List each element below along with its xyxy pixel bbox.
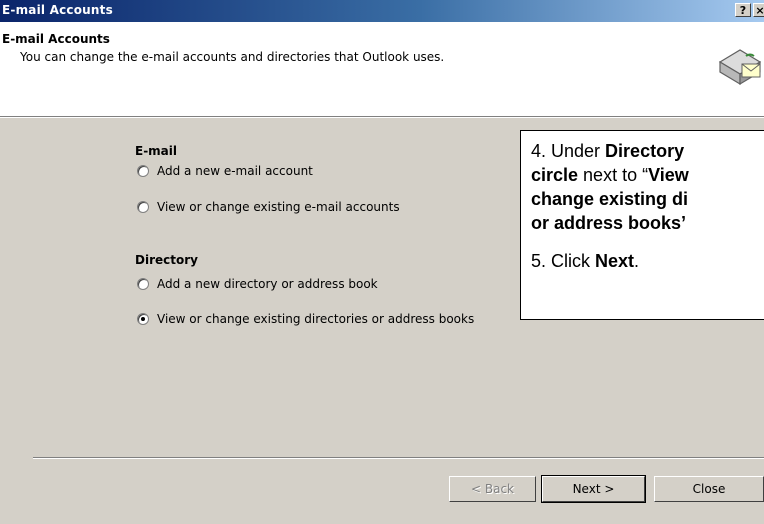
window-title: E-mail Accounts <box>2 3 113 17</box>
close-button[interactable]: Close <box>654 476 764 502</box>
footer-divider-highlight <box>33 458 764 459</box>
instruction-callout: 4. Under Directory circle next to “View … <box>520 130 764 320</box>
radio-add-email-account[interactable]: Add a new e-mail account <box>137 163 313 179</box>
page-title: E-mail Accounts <box>2 32 110 46</box>
step5-prefix: 5. Click <box>531 251 596 271</box>
step4-line1: 4. Under Directory <box>531 139 759 163</box>
step4-line4: or address books’ <box>531 211 759 235</box>
title-bar: E-mail Accounts ? × <box>0 0 764 22</box>
close-window-button[interactable]: × <box>753 3 764 17</box>
radio-add-directory[interactable]: Add a new directory or address book <box>137 276 378 292</box>
step4-prefix: 4. Under <box>531 141 606 161</box>
step4-line3-text: change existing di <box>531 189 689 209</box>
radio-view-directories[interactable]: View or change existing directories or a… <box>137 311 474 327</box>
header-background <box>0 22 764 117</box>
back-button[interactable]: < Back <box>449 476 536 502</box>
radio-button[interactable] <box>137 201 149 213</box>
step4-directory: Directory <box>605 141 685 161</box>
step4-next-to: next to “ <box>578 165 649 185</box>
step5-suffix: . <box>634 251 640 271</box>
step4-line2: circle next to “View <box>531 163 759 187</box>
help-button[interactable]: ? <box>735 3 751 17</box>
step5-next: Next <box>595 251 635 271</box>
mailbox-icon <box>718 49 762 86</box>
email-section-heading: E-mail <box>135 144 178 158</box>
page-subtitle: You can change the e-mail accounts and d… <box>20 50 445 64</box>
radio-button[interactable] <box>137 165 149 177</box>
directory-section-heading: Directory <box>135 253 198 267</box>
radio-button-selected[interactable] <box>137 313 149 325</box>
step4-view: View <box>648 165 689 185</box>
radio-label: View or change existing directories or a… <box>157 312 475 326</box>
radio-label: View or change existing e-mail accounts <box>157 200 400 214</box>
next-button[interactable]: Next > <box>541 475 646 503</box>
radio-button[interactable] <box>137 278 149 290</box>
step5: 5. Click Next. <box>531 249 759 273</box>
step4-circle: circle <box>531 165 579 185</box>
step4-line3: change existing di <box>531 187 759 211</box>
step4-line4-text: or address books’ <box>531 213 687 233</box>
radio-label: Add a new directory or address book <box>157 277 378 291</box>
radio-label: Add a new e-mail account <box>157 164 313 178</box>
radio-view-email-accounts[interactable]: View or change existing e-mail accounts <box>137 199 400 215</box>
